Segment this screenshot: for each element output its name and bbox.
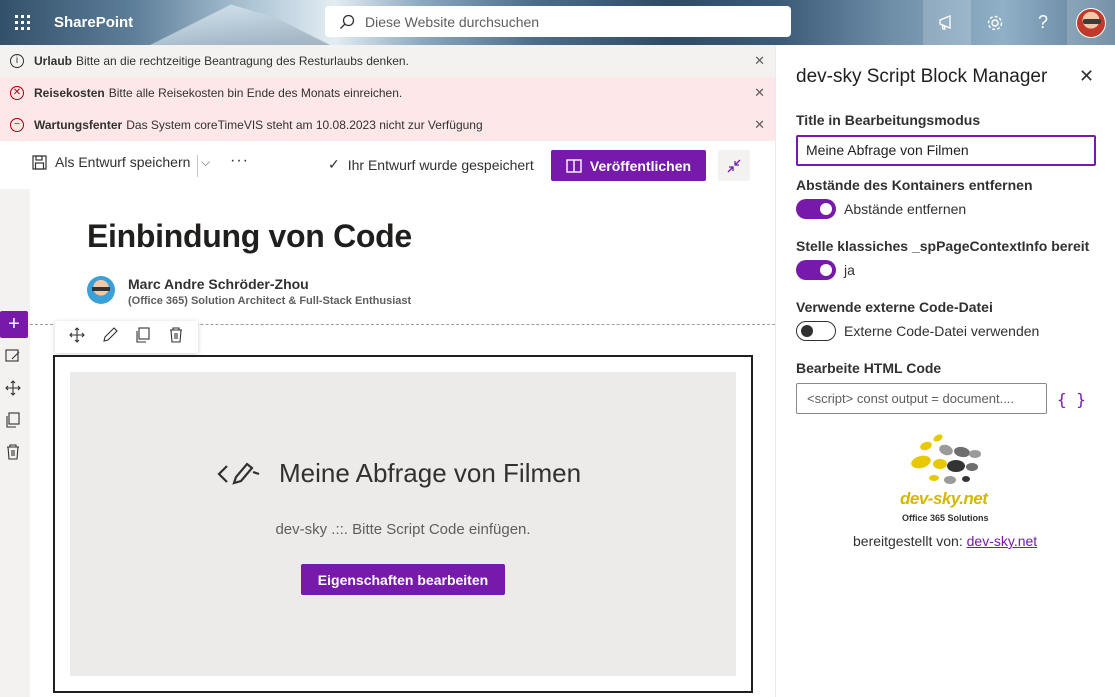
suite-bar: SharePoint Diese Website durchsuchen ? [0, 0, 1115, 45]
settings-button[interactable] [971, 0, 1019, 45]
edit-pencil-icon[interactable] [102, 327, 118, 347]
megaphone-icon [939, 14, 951, 30]
notification-banner: − Wartungsfenter Das System coreTimeVIS … [0, 109, 775, 141]
close-icon[interactable]: ✕ [1079, 66, 1094, 87]
notification-text: Das System coreTimeVIS steht am 10.08.20… [126, 118, 483, 132]
section-toolbar [0, 189, 30, 697]
external-label: Verwende externe Code-Datei [796, 299, 993, 315]
save-icon [32, 154, 47, 170]
announcement-button[interactable] [923, 0, 971, 45]
checkmark-icon: ✓ [328, 156, 340, 172]
help-icon: ? [1037, 12, 1048, 32]
search-placeholder: Diese Website durchsuchen [365, 13, 540, 30]
avatar [1076, 7, 1106, 38]
app-launcher-button[interactable] [0, 0, 44, 45]
blocked-icon: − [10, 118, 24, 132]
saved-status: ✓ Ihr Entwurf wurde gespeichert [328, 156, 534, 173]
code-editor-button[interactable]: { } [1057, 390, 1086, 409]
webpart-heading: Meine Abfrage von Filmen [217, 458, 581, 489]
spacing-toggle[interactable] [796, 199, 836, 219]
save-draft-label: Als Entwurf speichern [55, 154, 191, 170]
save-draft-button[interactable]: Als Entwurf speichern [32, 154, 190, 170]
header-background-image [150, 4, 330, 45]
logo-subtitle: Office 365 Solutions [902, 513, 989, 523]
context-label: Stelle klassiches _spPageContextInfo ber… [796, 238, 1090, 254]
spacing-label: Abstände des Kontainers entfernen [796, 177, 1033, 193]
notification-banner: ✕ Reisekosten Bitte alle Reisekosten bin… [0, 77, 775, 109]
brand-label[interactable]: SharePoint [54, 0, 133, 45]
search-icon [340, 14, 355, 29]
page-title[interactable]: Einbindung von Code [87, 218, 412, 255]
external-toggle[interactable] [796, 321, 836, 341]
error-icon: ✕ [10, 86, 24, 100]
edit-section-icon[interactable] [5, 348, 23, 366]
notification-title: Urlaub [34, 54, 73, 68]
notification-title: Reisekosten [34, 86, 105, 100]
title-field-label: Title in Bearbeitungsmodus [796, 112, 981, 128]
author-name[interactable]: Marc Andre Schröder-Zhou [128, 276, 309, 292]
saved-status-text: Ihr Entwurf wurde gespeichert [347, 156, 534, 173]
notification-banner: i Urlaub Bitte an die rechtzeitige Beant… [0, 45, 775, 77]
chevron-down-icon[interactable]: ⌵ [201, 155, 210, 170]
logo-text: dev-sky.net [900, 489, 988, 508]
code-edit-icon [217, 461, 260, 485]
notification-text: Bitte alle Reisekosten bin Ende des Mona… [108, 86, 403, 100]
provided-by-link[interactable]: dev-sky.net [967, 533, 1038, 549]
context-toggle-text: ja [844, 262, 855, 278]
more-options-button[interactable]: ··· [230, 152, 249, 170]
author-avatar [87, 276, 115, 304]
provided-by: bereitgestellt von: dev-sky.net [853, 533, 1037, 549]
spacing-toggle-text: Abstände entfernen [844, 201, 967, 217]
webpart-title: Meine Abfrage von Filmen [279, 458, 582, 488]
notification-text: Bitte an die rechtzeitige Beantragung de… [76, 54, 409, 68]
dev-sky-logo [911, 434, 981, 484]
trash-icon[interactable] [168, 327, 184, 347]
divider [197, 155, 198, 177]
provided-by-label: bereitgestellt von: [853, 533, 963, 549]
webpart-toolbar [55, 321, 198, 353]
external-toggle-text: Externe Code-Datei verwenden [844, 323, 1040, 339]
delete-section-icon[interactable] [5, 444, 23, 462]
collapse-button[interactable] [718, 150, 750, 181]
close-icon[interactable]: ✕ [754, 85, 765, 101]
webpart-description: dev-sky .::. Bitte Script Code einfügen. [275, 521, 531, 538]
search-box[interactable]: Diese Website durchsuchen [325, 6, 791, 37]
author-role: (Office 365) Solution Architect & Full-S… [128, 295, 412, 307]
pane-title: dev-sky Script Block Manager [796, 66, 1048, 87]
move-section-icon[interactable] [5, 380, 23, 398]
publish-label: Veröffentlichen [589, 157, 692, 174]
info-icon: i [10, 54, 24, 68]
edit-properties-button[interactable]: Eigenschaften bearbeiten [301, 564, 505, 595]
close-icon[interactable]: ✕ [754, 117, 765, 133]
publish-icon [566, 158, 582, 173]
context-toggle[interactable] [796, 260, 836, 280]
gear-icon [987, 15, 1003, 30]
waffle-icon [14, 15, 30, 30]
html-label: Bearbeite HTML Code [796, 360, 942, 376]
duplicate-section-icon[interactable] [5, 412, 23, 430]
title-input[interactable]: Meine Abfrage von Filmen [796, 135, 1096, 166]
collapse-icon [727, 159, 741, 172]
add-section-button[interactable]: + [0, 311, 28, 338]
notification-title: Wartungsfenter [34, 118, 123, 132]
close-icon[interactable]: ✕ [754, 53, 765, 69]
account-button[interactable] [1067, 0, 1115, 45]
help-button[interactable]: ? [1019, 0, 1067, 45]
move-icon[interactable] [69, 327, 86, 347]
html-code-input[interactable]: <script> const output = document.... [796, 383, 1047, 414]
duplicate-icon[interactable] [135, 327, 151, 347]
publish-button[interactable]: Veröffentlichen [551, 150, 706, 181]
